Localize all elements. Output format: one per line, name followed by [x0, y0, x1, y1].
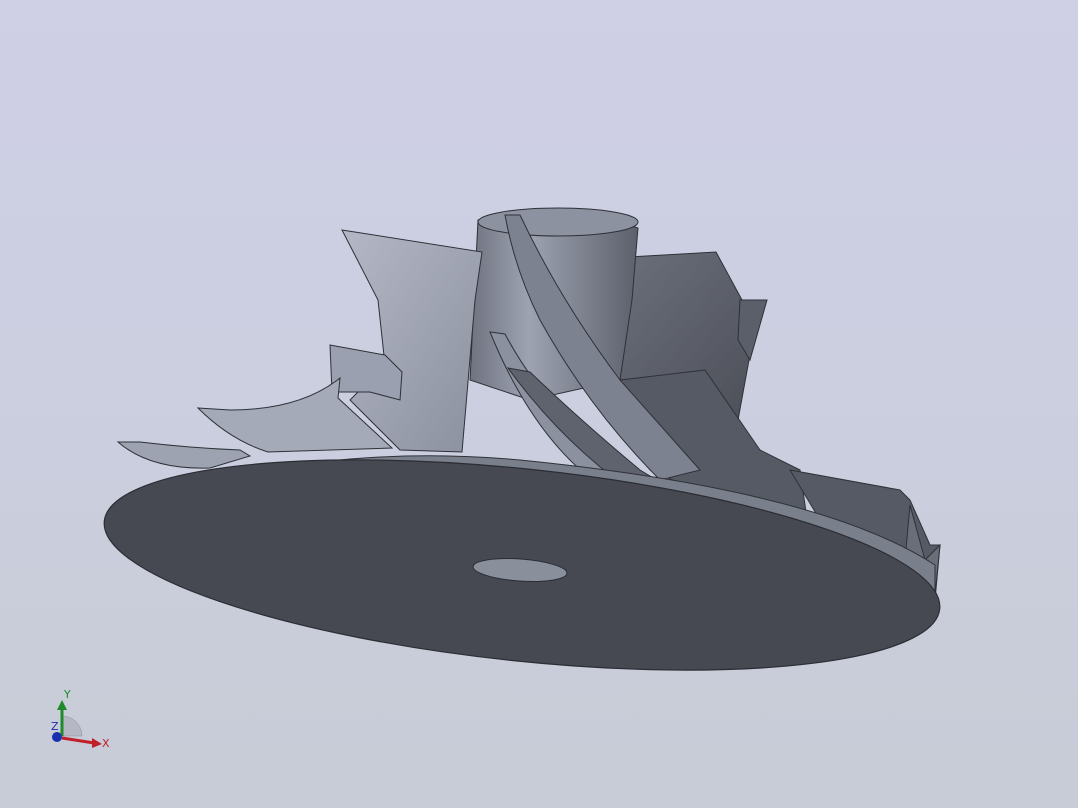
blade-left-main [341, 229, 483, 453]
z-axis-dot-icon [52, 732, 62, 742]
view-orientation-triad[interactable]: Y X Z [40, 684, 120, 754]
y-axis-arrow-icon [57, 700, 67, 710]
x-axis-arrow-icon [92, 738, 102, 748]
graphics-viewport[interactable]: Y X Z [0, 0, 1078, 808]
hub-top-face [477, 207, 639, 237]
triad-arc-icon [61, 715, 83, 737]
blade-left-splitter-2 [116, 441, 252, 469]
triad-x-axis [61, 736, 95, 745]
x-axis-label: X [102, 737, 110, 750]
impeller-model[interactable] [0, 0, 1078, 808]
z-axis-label: Z [51, 720, 59, 733]
y-axis-label: Y [63, 688, 71, 701]
